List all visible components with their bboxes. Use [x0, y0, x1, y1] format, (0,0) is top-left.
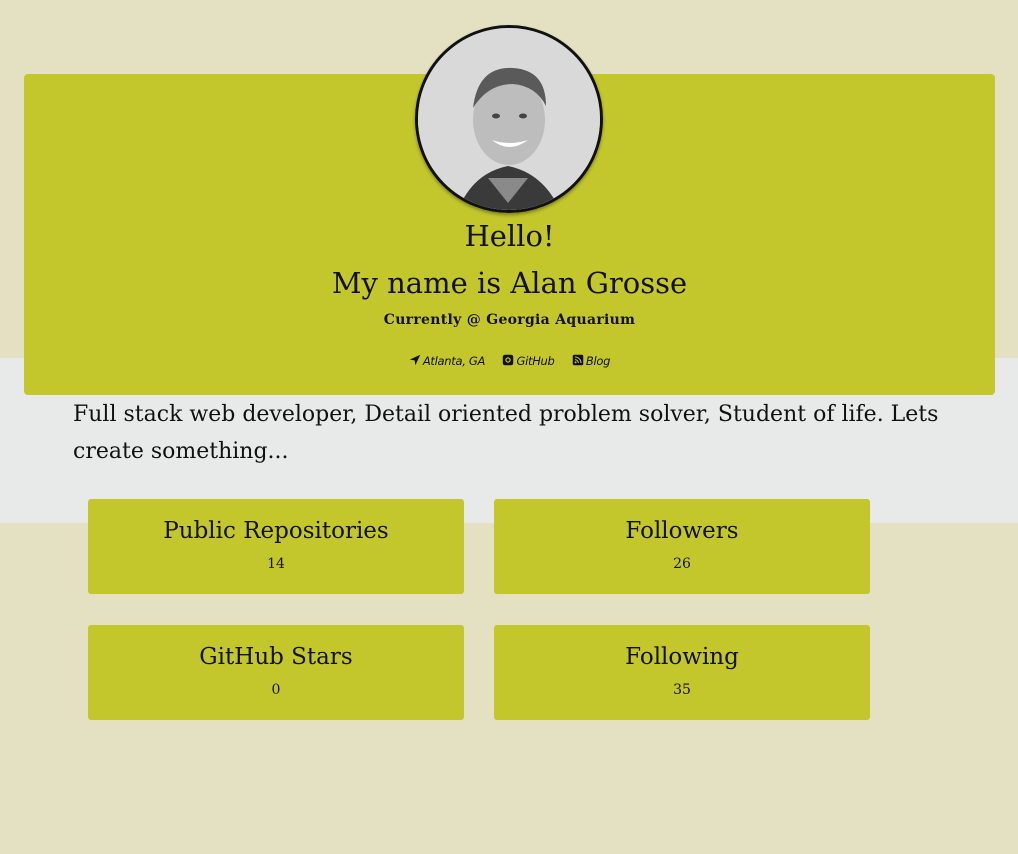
stat-value: 0 [271, 682, 281, 698]
stat-label: Following [625, 644, 739, 670]
blog-link[interactable]: Blog [572, 351, 610, 371]
stat-card-followers: Followers 26 [494, 499, 870, 594]
stat-value: 35 [673, 682, 691, 698]
bio-text: Full stack web developer, Detail oriente… [73, 402, 939, 464]
github-icon [503, 354, 514, 366]
location-label: Atlanta, GA [422, 354, 486, 368]
location-link[interactable]: Atlanta, GA [409, 351, 485, 371]
name-heading: My name is Alan Grosse [331, 266, 688, 300]
stat-value: 14 [267, 556, 285, 572]
stat-value: 26 [673, 556, 691, 572]
stat-label: GitHub Stars [199, 644, 353, 670]
avatar [415, 25, 603, 213]
stat-card-public-repositories: Public Repositories 14 [88, 499, 464, 594]
stat-card-github-stars: GitHub Stars 0 [88, 625, 464, 720]
profile-photo [418, 28, 600, 210]
github-link[interactable]: GitHub [502, 351, 555, 371]
greeting-heading: Hello! [464, 219, 555, 253]
rss-icon [572, 354, 584, 366]
current-employer: Currently @ Georgia Aquarium [383, 312, 636, 328]
stat-card-following: Following 35 [494, 625, 870, 720]
profile-links: Atlanta, GA GitHub Blog [24, 351, 995, 371]
github-label: GitHub [516, 354, 555, 368]
stat-label: Followers [625, 518, 739, 544]
stat-label: Public Repositories [163, 518, 389, 544]
blog-label: Blog [585, 354, 611, 368]
location-arrow-icon [409, 354, 421, 366]
